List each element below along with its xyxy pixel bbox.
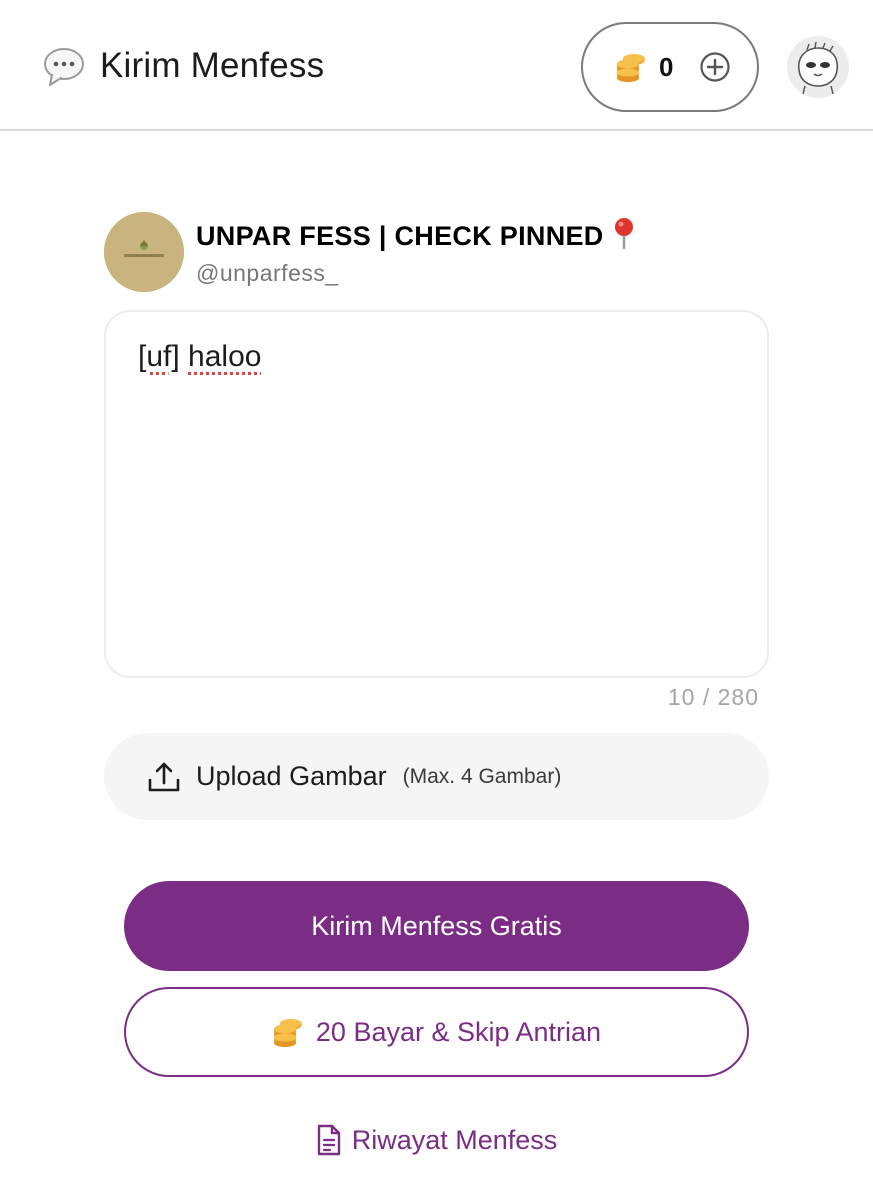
speech-bubble-icon (44, 48, 84, 86)
avatar[interactable] (787, 36, 849, 98)
character-counter: 10 / 280 (667, 684, 759, 710)
coins-icon (273, 1019, 302, 1047)
pushpin-icon (615, 218, 634, 249)
pay-skip-label: 20 Bayar & Skip Antrian (315, 1016, 602, 1047)
document-icon (317, 1124, 340, 1156)
account-logo (104, 212, 184, 292)
history-label: Riwayat Menfess (351, 1124, 558, 1155)
avatar-image (787, 36, 849, 98)
send-free-label: Kirim Menfess Gratis (311, 910, 562, 941)
account-name-row: UNPAR FESS | CHECK PINNED (196, 217, 636, 252)
header: Kirim Menfess 0 (0, 0, 873, 131)
message-word: haloo (188, 340, 262, 373)
coin-count: 0 (659, 51, 674, 82)
account-name: UNPAR FESS | CHECK PINNED (196, 221, 604, 251)
title-wrap: Kirim Menfess (42, 44, 324, 88)
pay-skip-queue-button[interactable]: 20 Bayar & Skip Antrian (124, 987, 749, 1077)
account-handle: @unparfess_ (196, 260, 339, 286)
account-text: UNPAR FESS | CHECK PINNED @unparfess_ (196, 217, 636, 287)
history-link[interactable]: Riwayat Menfess (0, 1124, 873, 1156)
upload-icon (148, 762, 180, 791)
plus-circle-icon[interactable] (699, 51, 731, 83)
coin-balance-button[interactable]: 0 (581, 22, 759, 112)
send-free-button[interactable]: Kirim Menfess Gratis (124, 881, 749, 971)
coins-icon (617, 54, 645, 82)
upload-label: Upload Gambar (196, 761, 387, 791)
account-info: UNPAR FESS | CHECK PINNED @unparfess_ (104, 212, 636, 292)
message-text[interactable]: [uf] haloo (138, 340, 735, 374)
message-input[interactable]: [uf] haloo (104, 310, 769, 678)
upload-image-button[interactable]: Upload Gambar (Max. 4 Gambar) (104, 733, 769, 820)
upload-hint: (Max. 4 Gambar) (402, 764, 562, 788)
page-title: Kirim Menfess (100, 46, 325, 85)
message-tag: [uf] (138, 340, 180, 373)
